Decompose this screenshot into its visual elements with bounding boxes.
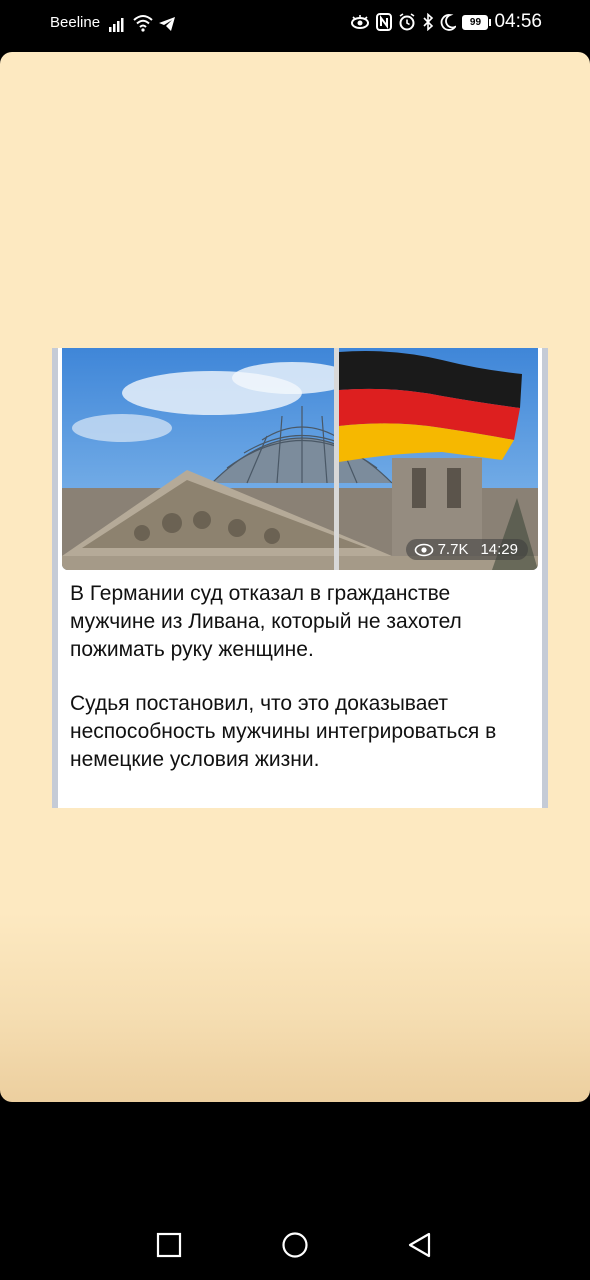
home-button[interactable]: [281, 1232, 309, 1260]
post-paragraph-1: В Германии суд отказал в гражданстве муж…: [70, 582, 462, 661]
post-card: 7.7K 14:29 В Германии суд отказал в граж…: [52, 348, 548, 808]
clock: 04:56: [494, 11, 542, 32]
status-right: 99 04:56: [350, 11, 542, 33]
post-stats-badge: 7.7K 14:29: [405, 539, 528, 560]
reichstag-flag-image: [62, 348, 538, 570]
post-time: 14:29: [480, 541, 518, 558]
system-nav-bar: [0, 1210, 590, 1280]
bluetooth-icon: [423, 13, 434, 31]
recent-apps-button[interactable]: [156, 1232, 182, 1258]
signal-icon: [109, 18, 124, 32]
post-text: В Германии суд отказал в гражданстве муж…: [70, 580, 530, 800]
telegram-icon: [159, 17, 175, 31]
eye-icon: [414, 543, 433, 556]
carrier-name: Beeline: [50, 14, 101, 31]
nfc-icon: [376, 13, 393, 31]
post-paragraph-2: Судья постановил, что это доказывает нес…: [70, 692, 497, 771]
alarm-icon: [399, 13, 415, 31]
post-photo: 7.7K 14:29: [62, 348, 538, 570]
do-not-disturb-moon-icon: [441, 14, 457, 31]
battery-level: 99: [469, 16, 482, 28]
story-panel[interactable]: 7.7K 14:29 В Германии суд отказал в граж…: [0, 52, 590, 1102]
status-bar: Beeline 99 04:56: [0, 0, 590, 48]
back-button[interactable]: [407, 1232, 433, 1260]
battery-icon: 99: [462, 14, 492, 30]
eye-comfort-icon: [351, 15, 370, 29]
signal-icons: [108, 12, 176, 32]
view-count: 7.7K: [437, 541, 469, 558]
wifi-icon: [133, 15, 153, 32]
